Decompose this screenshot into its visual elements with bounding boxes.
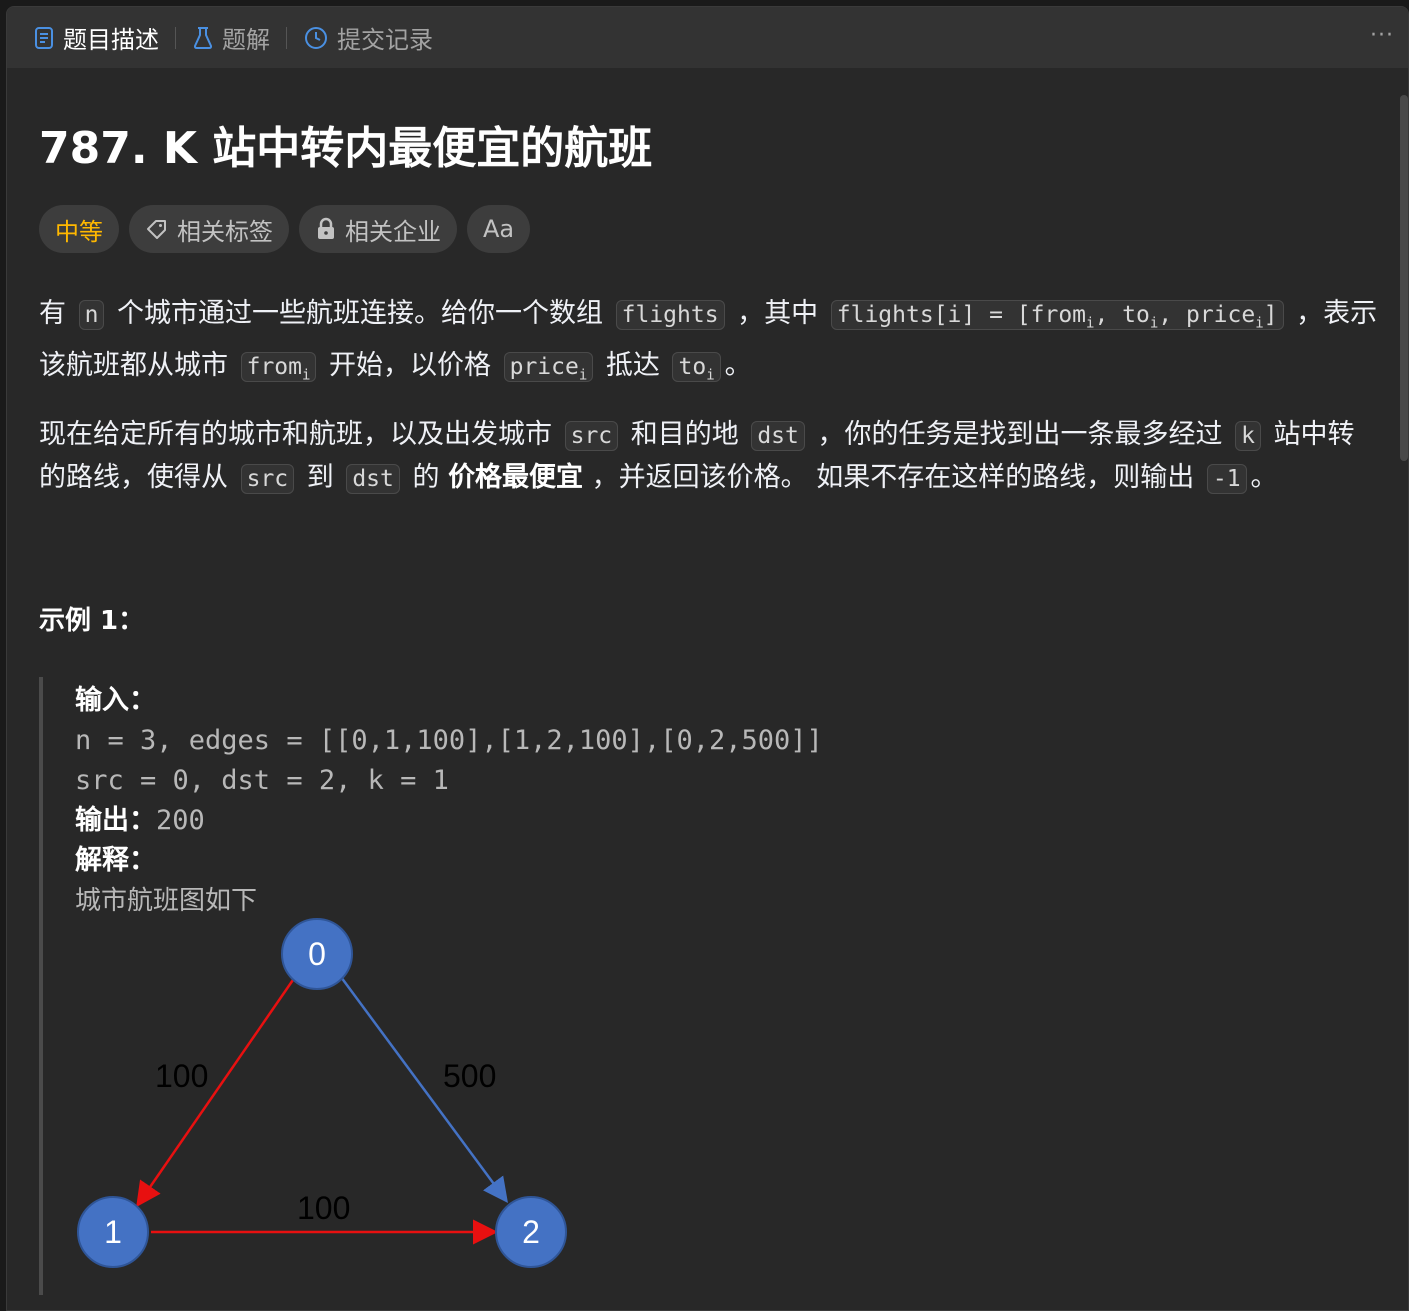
- code-sub: i: [1255, 315, 1264, 332]
- edge-label-0-2: 500: [443, 1058, 496, 1094]
- example-title: 示例 1：: [39, 606, 145, 637]
- tab-solutions[interactable]: 题解: [192, 20, 270, 55]
- more-options-icon[interactable]: ···: [1370, 23, 1394, 48]
- tab-bar: 题目描述 题解 提交记录 ···: [7, 7, 1408, 68]
- node-label-2: 2: [522, 1214, 540, 1250]
- code-text: , to: [1094, 302, 1150, 328]
- desc-text: ，你的任务是找到出一条最多经过: [817, 419, 1223, 451]
- desc-text: 到: [306, 462, 334, 494]
- desc-text: ，其中: [737, 298, 819, 329]
- problem-chips: 中等 相关标签 相关企业 Aa: [39, 205, 1379, 253]
- code-flights-i: flights[i] = [fromi, toi, pricei]: [830, 300, 1284, 332]
- history-icon: [305, 26, 327, 49]
- tag-icon: [147, 220, 166, 239]
- desc-text: 现在给定所有的城市和航班，以及出发城市: [39, 419, 552, 451]
- code-text: ]: [1263, 302, 1278, 328]
- code-dst: dst: [346, 464, 400, 495]
- node-label-0: 0: [308, 936, 326, 972]
- edge-label-1-2: 100: [297, 1190, 350, 1226]
- flight-graph: 100 500 100 0 1 2: [77, 918, 567, 1269]
- code-text: from: [246, 353, 302, 380]
- difficulty-badge[interactable]: 中等: [39, 205, 119, 253]
- desc-text: 开始，以价格: [329, 349, 492, 381]
- code-n: n: [78, 300, 105, 330]
- tab-description[interactable]: 题目描述: [33, 20, 159, 55]
- desc-text: 。: [1250, 462, 1278, 494]
- description-paragraph-1: 有 n 个城市通过一些航班连接。给你一个数组 flights ，其中 fligh…: [39, 293, 1379, 396]
- example-block: 输入： n = 3, edges = [[0,1,100],[1,2,100],…: [39, 677, 1379, 1296]
- flask-icon: [193, 26, 213, 49]
- code-flights: flights: [615, 300, 725, 330]
- code-sub: i: [301, 367, 311, 384]
- tab-submissions[interactable]: 提交记录: [303, 20, 433, 55]
- tab-divider: [286, 26, 287, 49]
- edge-label-0-1: 100: [155, 1058, 208, 1094]
- tab-description-label: 题目描述: [63, 26, 159, 54]
- lock-icon: [318, 217, 334, 239]
- description-icon: [35, 26, 53, 49]
- code-text: price: [509, 353, 579, 380]
- emphasis-text: 价格最便宜: [448, 462, 584, 494]
- desc-text: 个城市通过一些航班连接。给你一个数组: [117, 298, 604, 329]
- desc-text: ，并返回该价格。 如果不存在这样的路线，则输出: [591, 462, 1195, 494]
- code-to: toi: [672, 351, 721, 384]
- description-paragraph-2: 现在给定所有的城市和航班，以及出发城市 src 和目的地 dst ，你的任务是找…: [39, 414, 1379, 500]
- problem-panel: 题目描述 题解 提交记录 ··· 787. K 站中转内最便宜的航班 中等 相关…: [6, 6, 1409, 1311]
- translate-button[interactable]: Aa: [467, 205, 531, 253]
- tab-solutions-label: 题解: [222, 26, 270, 54]
- related-companies-button[interactable]: 相关企业: [299, 205, 457, 253]
- desc-text: 和目的地: [630, 419, 739, 451]
- desc-text: 。: [724, 349, 752, 381]
- desc-text: 有: [39, 298, 66, 329]
- scrollbar[interactable]: [1400, 95, 1408, 461]
- code-text: to: [678, 353, 707, 380]
- translate-icon: Aa: [483, 215, 515, 243]
- code-text: flights[i] = [from: [836, 302, 1087, 328]
- related-tags-button[interactable]: 相关标签: [129, 205, 289, 253]
- code-dst: dst: [751, 421, 805, 452]
- desc-text: 的: [412, 462, 440, 494]
- code-from: fromi: [240, 351, 317, 384]
- code-sub: i: [706, 367, 715, 384]
- code-price: pricei: [503, 351, 594, 384]
- tab-submissions-label: 提交记录: [337, 26, 433, 54]
- desc-text: 抵达: [605, 349, 660, 381]
- code-neg1: -1: [1206, 464, 1247, 495]
- code-k: k: [1235, 421, 1261, 452]
- tab-divider: [175, 26, 176, 49]
- code-sub: i: [578, 367, 588, 384]
- problem-content: 787. K 站中转内最便宜的航班 中等 相关标签 相关企业 Aa 有 n 个城…: [39, 68, 1379, 1296]
- code-src: src: [564, 421, 619, 452]
- related-companies-label: 相关企业: [345, 217, 441, 246]
- code-src: src: [240, 464, 295, 495]
- code-text: , price: [1158, 302, 1256, 328]
- problem-title: 787. K 站中转内最便宜的航班: [39, 123, 653, 174]
- related-tags-label: 相关标签: [177, 217, 273, 246]
- node-label-1: 1: [104, 1214, 122, 1250]
